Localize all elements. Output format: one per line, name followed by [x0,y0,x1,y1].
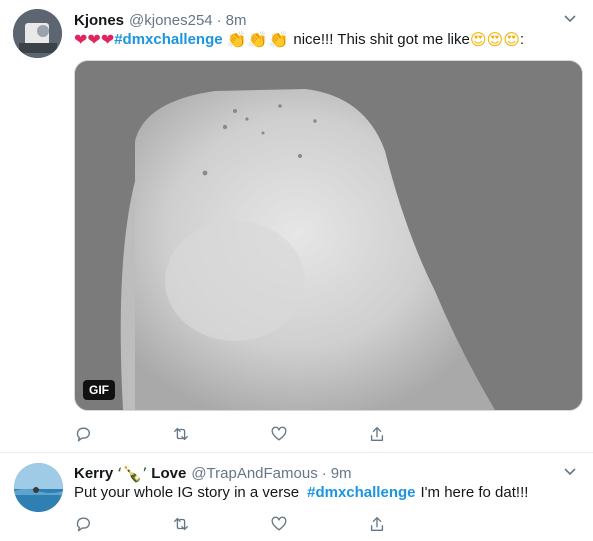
hashtag-link[interactable]: #dmxchallenge [114,31,222,49]
avatar[interactable] [13,9,62,58]
tweet-tail: I'm here fo dat!!! [420,484,529,501]
timestamp[interactable]: 8m [226,12,247,29]
display-name[interactable]: Kjones [74,12,124,29]
share-button[interactable] [368,424,466,444]
avatar[interactable] [14,463,63,512]
display-name-suffix[interactable]: Love [151,465,186,482]
reply-button[interactable] [74,424,172,444]
separator: · [321,464,327,482]
timestamp[interactable]: 9m [331,465,352,482]
reply-icon [76,427,90,442]
tweet-body: nice!!! This shit got me like [293,31,470,48]
gif-badge: GIF [83,380,115,400]
like-icon [271,516,287,531]
tweet-tail: : [519,31,525,48]
gif-media[interactable]: GIF [74,60,583,411]
retweet-button[interactable] [172,514,270,534]
tweet-actions [74,424,466,444]
reply-button[interactable] [74,514,172,534]
tweet-actions [74,514,466,534]
chevron-down-icon[interactable] [563,12,577,26]
reply-icon [76,517,90,532]
retweet-icon [174,517,188,531]
tweet[interactable]: Kjones @kjones254 · 8m ❤❤❤ #dmxchallenge… [0,0,593,453]
user-handle[interactable]: @kjones254 [129,12,213,29]
display-name[interactable]: Kerry [74,465,113,482]
tweet-text: Put your whole IG story in a verse #dmxc… [74,484,528,502]
tweet[interactable]: Kerry ‘🍾’ Love @TrapAndFamous · 9m Put y… [0,453,593,541]
bottle-emoji: ‘🍾’ [117,463,148,483]
share-icon [370,427,384,441]
user-handle[interactable]: @TrapAndFamous [191,465,317,482]
heart-emoji: ❤❤❤ [74,30,115,49]
tweet-body: Put your whole IG story in a verse [74,484,300,501]
share-button[interactable] [368,514,466,534]
like-icon [271,426,287,441]
tweet-header: Kjones @kjones254 · 8m [74,10,246,30]
retweet-button[interactable] [172,424,270,444]
share-icon [370,517,384,531]
gif-frame [75,61,582,410]
clap-emoji: 👏👏👏 [226,30,290,49]
tweet-header: Kerry ‘🍾’ Love @TrapAndFamous · 9m [74,463,352,483]
like-button[interactable] [270,514,368,534]
heart-eyes-emoji: 😍😍😍 [469,30,520,49]
separator: · [216,11,222,29]
chevron-down-icon[interactable] [563,465,577,479]
hashtag-link[interactable]: #dmxchallenge [307,484,415,502]
like-button[interactable] [270,424,368,444]
retweet-icon [174,427,188,441]
tweet-text: ❤❤❤ #dmxchallenge 👏👏👏 nice!!! This shit … [74,31,524,49]
